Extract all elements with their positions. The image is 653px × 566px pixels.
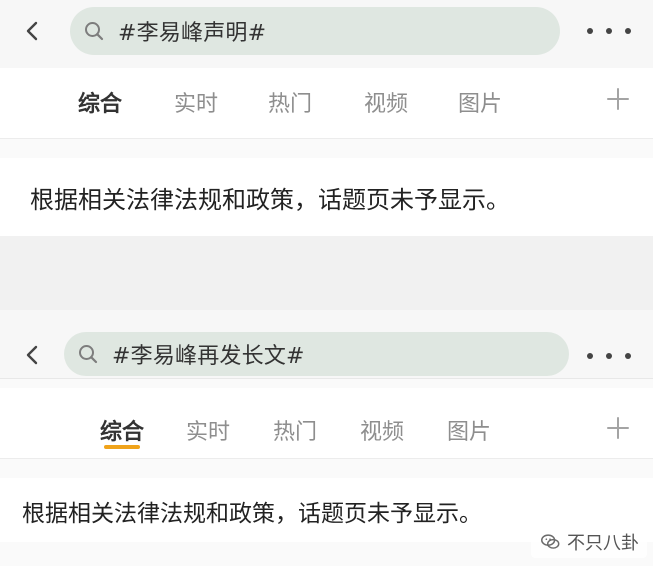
tab-bar: 综合 实时 热门 视频 图片 [0, 388, 653, 459]
dot-icon [606, 28, 612, 34]
tab-hot[interactable]: 热门 [273, 414, 317, 446]
dot-icon [606, 353, 612, 359]
tab-label: 热门 [268, 92, 313, 117]
weibo-topic-screen-1: #李易峰声明# 综合 实时 热门 视频 图片 根据相关法律法规和政策，话题页未予… [0, 0, 653, 236]
tab-label: 视频 [360, 420, 405, 445]
tab-hot[interactable]: 热门 [268, 86, 312, 118]
top-bar: #李易峰再发长文# [0, 310, 653, 379]
notice-text: 根据相关法律法规和政策，话题页未予显示。 [22, 501, 482, 527]
tab-realtime[interactable]: 实时 [174, 86, 218, 118]
tab-label: 视频 [364, 92, 409, 117]
tab-video[interactable]: 视频 [360, 414, 404, 446]
more-options-button[interactable] [587, 18, 631, 44]
tab-label: 图片 [447, 420, 492, 445]
notice-text: 根据相关法律法规和政策，话题页未予显示。 [30, 186, 510, 214]
search-box[interactable]: #李易峰声明# [70, 7, 560, 55]
watermark-text: 不只八卦 [567, 533, 639, 554]
source-watermark: 不只八卦 [531, 526, 647, 558]
back-button[interactable] [18, 14, 48, 48]
dot-icon [587, 353, 593, 359]
tab-bar: 综合 实时 热门 视频 图片 [0, 68, 653, 200]
tab-label: 实时 [186, 420, 231, 445]
tab-comprehensive[interactable]: 综合 [100, 414, 144, 446]
search-query: #李易峰声明# [118, 21, 267, 46]
search-query: #李易峰再发长文# [112, 344, 305, 369]
chevron-left-icon [26, 345, 38, 365]
add-tab-button[interactable] [605, 415, 631, 441]
tab-images[interactable]: 图片 [447, 414, 491, 446]
dot-icon [625, 353, 631, 359]
search-box[interactable]: #李易峰再发长文# [64, 332, 569, 376]
add-tab-button[interactable] [605, 86, 631, 112]
search-icon [82, 19, 106, 43]
screenshot-collage: #李易峰声明# 综合 实时 热门 视频 图片 根据相关法律法规和政策，话题页未予… [0, 0, 653, 566]
tab-label: 综合 [78, 92, 123, 117]
wechat-icon [541, 534, 560, 549]
chevron-left-icon [26, 21, 38, 41]
dot-icon [587, 28, 593, 34]
active-tab-indicator [104, 445, 140, 449]
search-icon [76, 342, 100, 366]
plus-icon [607, 88, 629, 110]
tab-label: 图片 [458, 92, 503, 117]
topic-blocked-notice: 根据相关法律法规和政策，话题页未予显示。 [0, 158, 653, 236]
tab-label: 实时 [174, 92, 219, 117]
tab-comprehensive[interactable]: 综合 [78, 86, 122, 118]
tab-video[interactable]: 视频 [364, 86, 408, 118]
more-options-button[interactable] [587, 343, 631, 369]
tab-images[interactable]: 图片 [458, 86, 502, 118]
tab-realtime[interactable]: 实时 [186, 414, 230, 446]
plus-icon [607, 417, 629, 439]
top-bar: #李易峰声明# [0, 0, 653, 69]
dot-icon [625, 28, 631, 34]
back-button[interactable] [18, 338, 48, 372]
tab-label: 热门 [273, 420, 318, 445]
tab-label: 综合 [100, 420, 145, 445]
